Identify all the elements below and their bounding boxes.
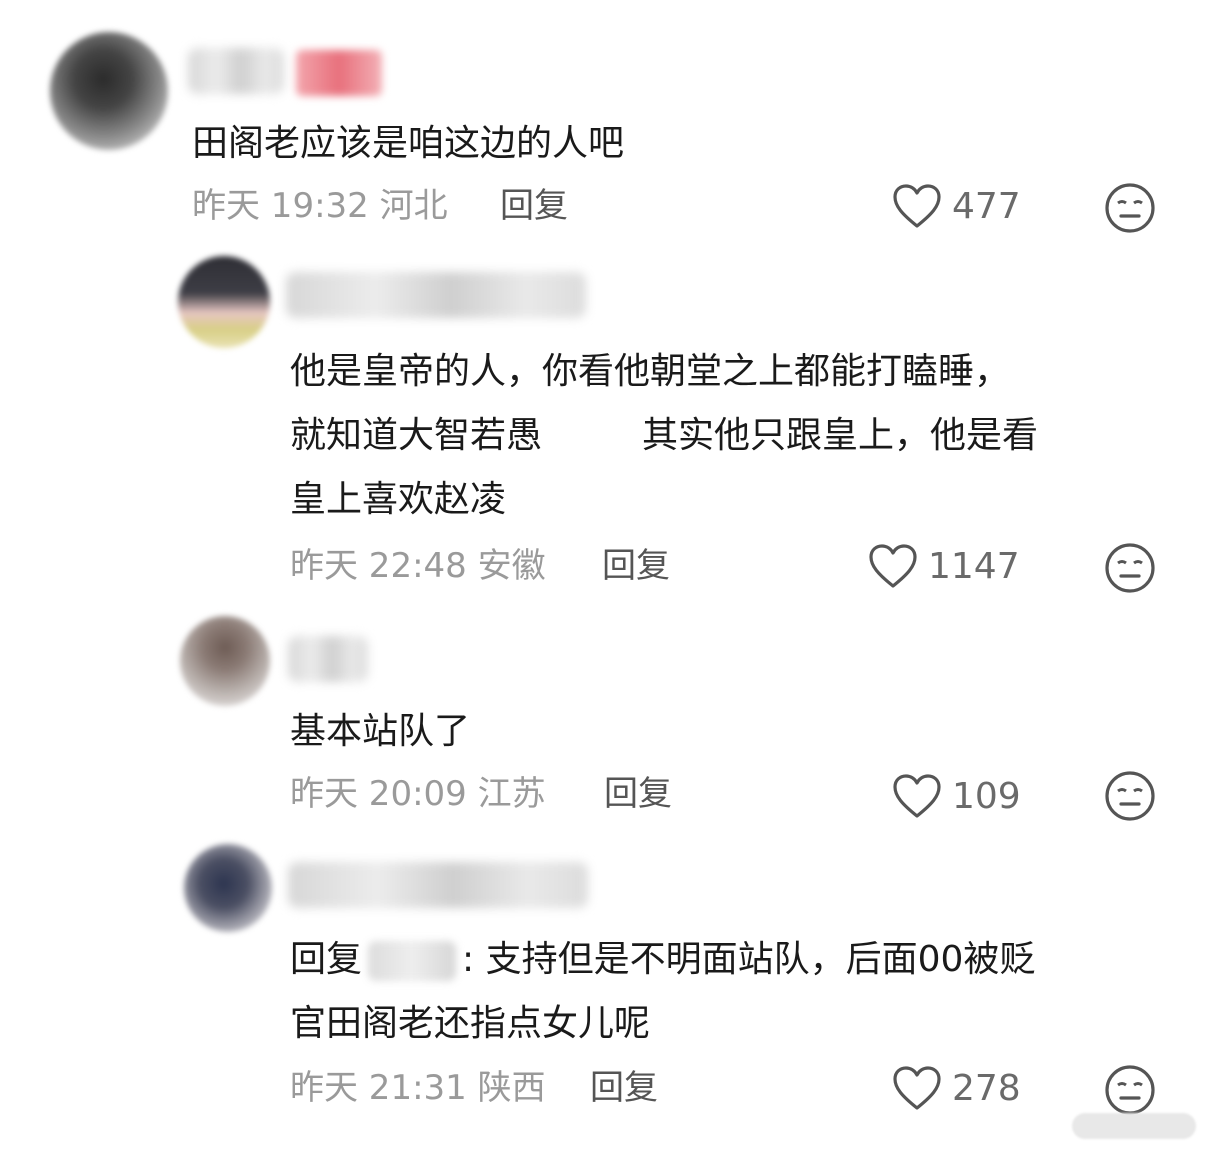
comment-text-line-3: 皇上喜欢赵凌 (290, 479, 507, 520)
comment-text-fragment: 就知道大智若愚 (290, 415, 543, 456)
like-button[interactable]: 477 (892, 184, 1021, 230)
like-button[interactable]: 1147 (868, 544, 1020, 590)
reply-button[interactable]: 回复 (602, 544, 670, 588)
like-count: 477 (952, 186, 1021, 227)
meh-face-icon[interactable] (1104, 770, 1156, 822)
location: 安徽 (477, 546, 546, 586)
comment-text-line-2: 官田阁老还指点女儿呢 (290, 1003, 651, 1044)
username-blurred[interactable] (288, 636, 368, 682)
comment-text-line-1: 回复 : 支持但是不明面站队，后面00被贬 (290, 928, 1035, 992)
meh-face-icon[interactable] (1104, 542, 1156, 594)
location: 陕西 (477, 1068, 546, 1108)
heart-outline-icon (893, 774, 941, 818)
location: 江苏 (477, 774, 546, 814)
reply-button[interactable]: 回复 (590, 1066, 658, 1110)
comment-meta: 昨天 19:32 河北 (192, 184, 448, 228)
meh-face-icon[interactable] (1104, 182, 1156, 234)
heart-outline-icon (869, 544, 917, 588)
comment-text: 基本站队了 (290, 711, 471, 752)
comment-meta: 昨天 22:48 安徽 (290, 544, 546, 588)
meh-face-icon[interactable] (1104, 1064, 1156, 1116)
username-blurred[interactable] (288, 862, 588, 908)
reply-button[interactable]: 回复 (500, 184, 568, 228)
timestamp: 昨天 20:09 (290, 774, 467, 814)
comment-meta: 昨天 21:31 陕西 (290, 1066, 546, 1110)
timestamp: 昨天 21:31 (290, 1068, 467, 1108)
avatar[interactable] (180, 616, 270, 706)
watermark-blurred (1072, 1113, 1196, 1139)
mentioned-user-blurred[interactable] (368, 941, 457, 981)
comment-text-line-1: 他是皇帝的人，你看他朝堂之上都能打瞌睡， (290, 351, 1011, 392)
reply-prefix: 回复 (290, 939, 363, 980)
avatar[interactable] (178, 256, 270, 348)
avatar[interactable] (50, 32, 168, 150)
username-blurred[interactable] (188, 48, 284, 94)
like-count: 278 (952, 1068, 1021, 1109)
location: 河北 (379, 186, 448, 226)
comment-meta: 昨天 20:09 江苏 (290, 772, 546, 816)
like-button[interactable]: 278 (892, 1066, 1021, 1112)
like-button[interactable]: 109 (892, 774, 1021, 820)
comment-text-fragment: 其实他只跟皇上，他是看 (642, 415, 1039, 456)
comment-text-fragment: : 支持但是不明面站队，后面00被贬 (462, 939, 1036, 980)
timestamp: 昨天 22:48 (290, 546, 467, 586)
user-badge (296, 50, 382, 96)
username-blurred[interactable] (286, 272, 586, 318)
comment-text-line-2: 就知道大智若愚 其实他只跟皇上，他是看 (290, 404, 1038, 468)
reply-button[interactable]: 回复 (604, 772, 672, 816)
heart-outline-icon (893, 1066, 941, 1110)
heart-outline-icon (893, 184, 941, 228)
like-count: 1147 (928, 546, 1020, 587)
comment-text: 田阁老应该是咱这边的人吧 (192, 123, 625, 164)
avatar[interactable] (184, 844, 272, 932)
timestamp: 昨天 19:32 (192, 186, 369, 226)
like-count: 109 (952, 776, 1021, 817)
